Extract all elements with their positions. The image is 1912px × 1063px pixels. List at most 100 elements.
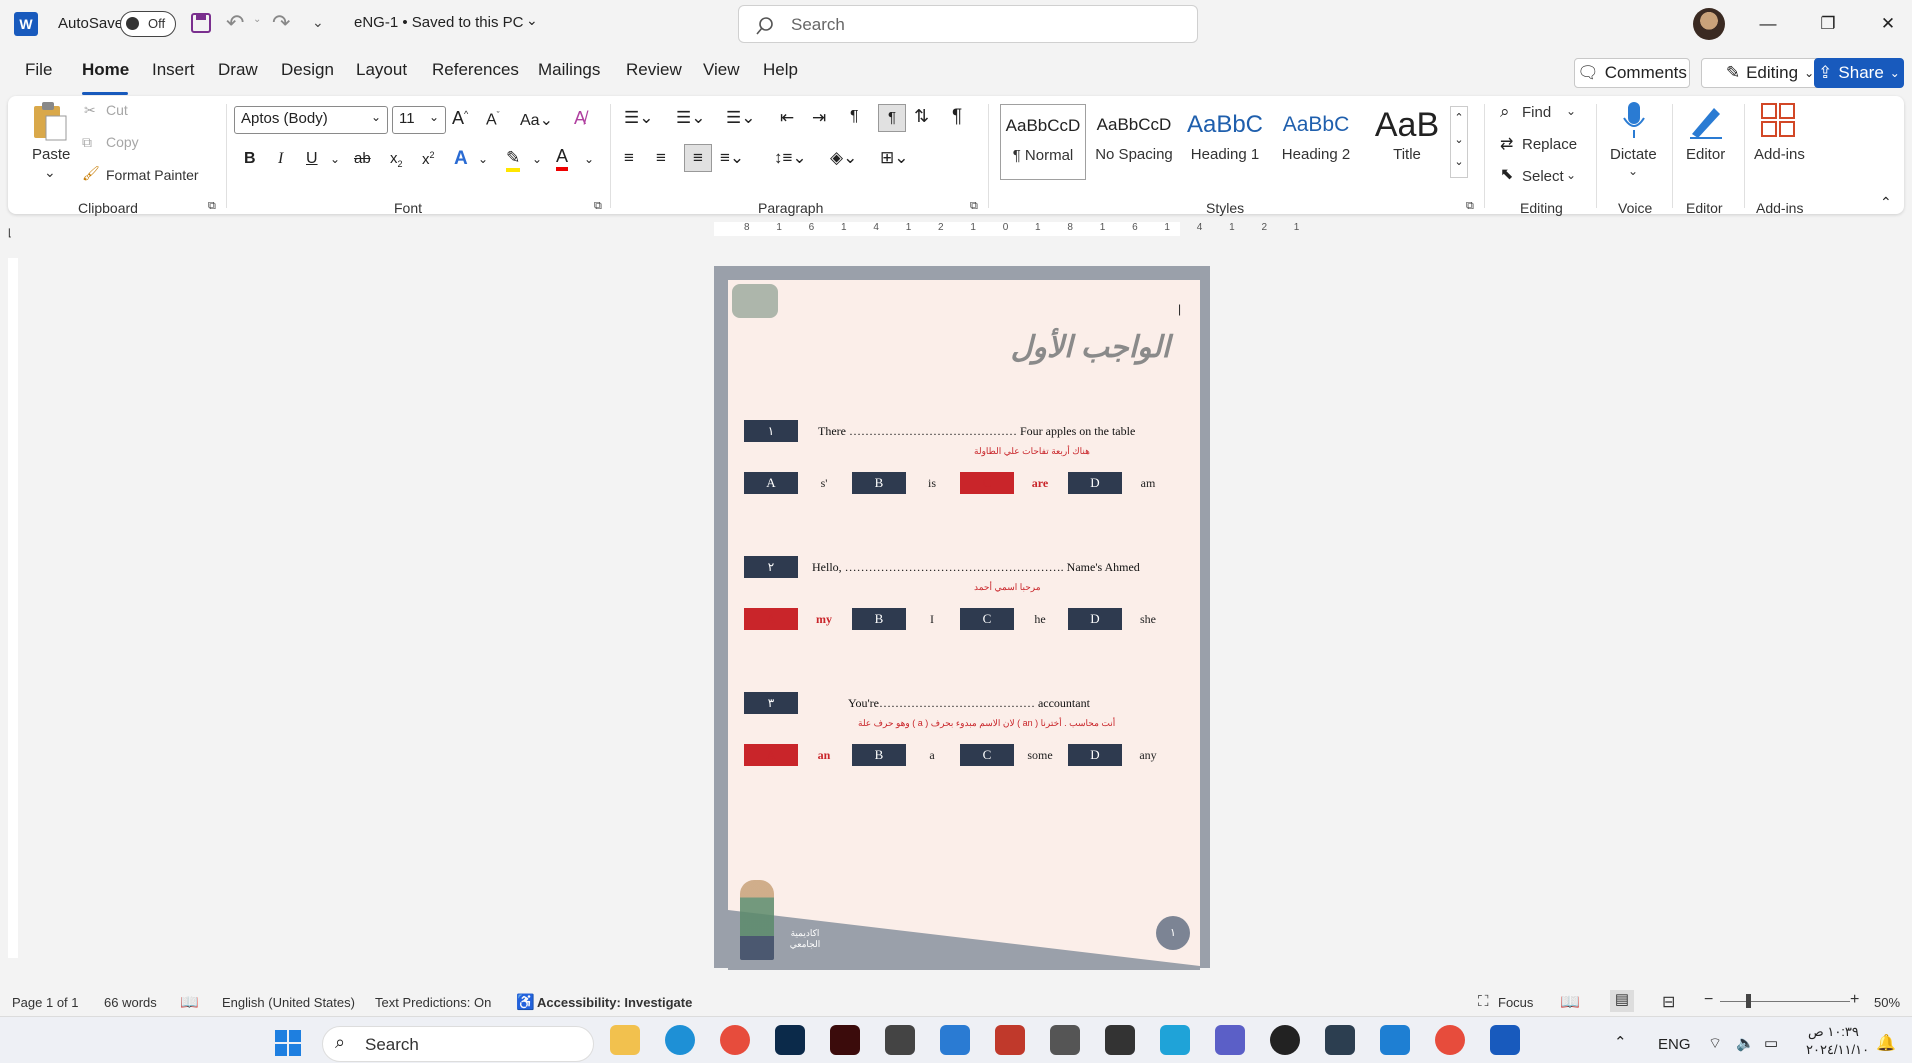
show-formatting-icon[interactable]: ¶ [952, 106, 962, 128]
option-d-box[interactable]: D [1068, 744, 1122, 766]
italic-icon[interactable]: I [278, 150, 283, 168]
tab-layout[interactable]: Layout [356, 60, 407, 80]
chrome-icon[interactable] [1435, 1025, 1465, 1055]
style-no-spacing[interactable]: AaBbCcD No Spacing [1091, 104, 1177, 180]
edge-icon[interactable] [665, 1025, 695, 1055]
font-launcher-icon[interactable]: ⧉ [594, 200, 602, 213]
subscript-icon[interactable]: x2 [390, 150, 403, 169]
document-page[interactable]: | الواجب الأول ١ There …………………………………… Fo… [728, 280, 1200, 970]
text-predictions[interactable]: Text Predictions: On [375, 995, 491, 1010]
tab-review[interactable]: Review [626, 60, 682, 80]
multilevel-list-icon[interactable]: ☰⌄ [726, 108, 755, 128]
app-icon[interactable] [1325, 1025, 1355, 1055]
clear-formatting-icon[interactable]: A̸ [574, 108, 586, 129]
tab-file[interactable]: File [25, 60, 52, 80]
undo-dropdown-icon[interactable]: ⌄ [253, 14, 261, 25]
word-taskbar-icon[interactable] [1490, 1025, 1520, 1055]
zoom-level[interactable]: 50% [1874, 995, 1900, 1010]
microphone-icon[interactable] [1620, 100, 1648, 140]
horizontal-ruler[interactable]: 8 1 6 1 4 1 2 1 0 1 8 1 6 1 4 1 2 1 [714, 222, 1299, 236]
option-d-box[interactable]: D [1068, 472, 1122, 494]
tab-draw[interactable]: Draw [218, 60, 258, 80]
option-c-box[interactable]: C [960, 608, 1014, 630]
zoom-in-icon[interactable]: + [1850, 991, 1859, 1009]
chevron-down-icon[interactable]: ⌄ [1628, 164, 1638, 178]
styles-launcher-icon[interactable]: ⧉ [1466, 200, 1474, 213]
increase-indent-icon[interactable]: ⇥ [812, 108, 826, 128]
chevron-down-icon[interactable]: ⌄ [1566, 168, 1576, 182]
styles-scroll[interactable]: ⌃ ⌄ ⌄ [1450, 106, 1468, 178]
print-layout-icon[interactable]: ▤ [1610, 990, 1634, 1012]
zoom-out-icon[interactable]: − [1704, 991, 1713, 1009]
comments-button[interactable]: 🗨 Comments [1574, 58, 1690, 88]
align-left-icon[interactable]: ≡ [624, 148, 634, 168]
chevron-down-icon[interactable]: ⌄ [1566, 104, 1576, 118]
avatar[interactable] [1693, 8, 1725, 40]
app-icon[interactable] [1050, 1025, 1080, 1055]
focus-button[interactable]: Focus [1498, 995, 1533, 1010]
customize-toolbar-icon[interactable]: ⌄ [312, 14, 324, 31]
sort-icon[interactable]: ⇅ [914, 106, 929, 127]
justify-icon[interactable]: ≡⌄ [720, 148, 744, 168]
select-label[interactable]: Select [1522, 168, 1564, 185]
chevron-down-icon[interactable]: ⌄ [478, 152, 488, 166]
editor-label[interactable]: Editor [1686, 146, 1725, 163]
chevron-up-icon[interactable]: ⌃ [1614, 1033, 1627, 1051]
style-heading-1[interactable]: AaBbC Heading 1 [1182, 104, 1268, 180]
tab-help[interactable]: Help [763, 60, 798, 80]
search-box[interactable]: Search [738, 5, 1198, 43]
highlight-icon[interactable]: ✎ [506, 148, 521, 172]
wifi-icon[interactable]: ⌔ [1708, 1034, 1722, 1053]
accessibility-status[interactable]: Accessibility: Investigate [537, 995, 692, 1010]
change-case-icon[interactable]: Aa⌄ [520, 110, 553, 130]
option-d-box[interactable]: D [1068, 608, 1122, 630]
bold-icon[interactable]: B [244, 150, 256, 168]
tab-mailings[interactable]: Mailings [538, 60, 600, 80]
photoshop-icon[interactable] [775, 1025, 805, 1055]
decrease-indent-icon[interactable]: ⇤ [780, 108, 794, 128]
file-explorer-icon[interactable] [610, 1025, 640, 1055]
copy-label[interactable]: Copy [106, 134, 139, 150]
shrink-font-icon[interactable]: Aˇ [486, 110, 500, 129]
chevron-down-icon[interactable]: ⌄ [330, 152, 340, 166]
zoom-thumb[interactable] [1746, 994, 1751, 1008]
proofing-icon[interactable]: 📖 [180, 993, 199, 1011]
editor-icon[interactable] [1686, 100, 1726, 140]
zoom-slider[interactable] [1720, 1001, 1850, 1002]
language-indicator[interactable]: ENG [1658, 1036, 1691, 1053]
language[interactable]: English (United States) [222, 995, 355, 1010]
paste-dropdown-icon[interactable]: ⌄ [44, 164, 56, 181]
volume-icon[interactable]: 🔈 [1736, 1034, 1755, 1052]
font-size-field[interactable]: 11 ⌄ [392, 106, 446, 134]
word-count[interactable]: 66 words [104, 995, 157, 1010]
clipboard-launcher-icon[interactable]: ⧉ [208, 200, 216, 213]
add-ins-icon[interactable] [1760, 102, 1796, 138]
shading-icon[interactable]: ◈⌄ [830, 148, 857, 168]
chevron-down-icon[interactable]: ⌄ [532, 152, 542, 166]
text-effects-icon[interactable]: A [454, 148, 468, 170]
bullets-icon[interactable]: ☰⌄ [624, 108, 653, 128]
style-normal[interactable]: AaBbCcD ¶ Normal [1000, 104, 1086, 180]
cut-label[interactable]: Cut [106, 102, 128, 118]
vertical-ruler[interactable] [8, 258, 18, 958]
tab-references[interactable]: References [432, 60, 519, 80]
paste-icon[interactable] [30, 100, 68, 142]
redo-icon[interactable]: ↷ [272, 10, 290, 36]
align-right-icon[interactable]: ≡ [684, 144, 712, 172]
minimize-button[interactable]: — [1748, 10, 1788, 38]
underline-icon[interactable]: U [306, 150, 318, 168]
find-label[interactable]: Find [1522, 104, 1551, 121]
share-button[interactable]: ⇪ Share ⌄ [1814, 58, 1904, 88]
capcut-icon[interactable] [885, 1025, 915, 1055]
add-ins-label[interactable]: Add-ins [1754, 146, 1805, 163]
option-b-box[interactable]: B [852, 608, 906, 630]
replace-label[interactable]: Replace [1522, 136, 1577, 153]
grow-font-icon[interactable]: A^ [452, 108, 468, 129]
taskbar-search[interactable]: ⌕ Search [322, 1026, 594, 1062]
option-b-box[interactable]: B [852, 744, 906, 766]
clock-time[interactable]: ١٠:٣٩ ص [1808, 1024, 1859, 1040]
option-c-box[interactable]: C [960, 744, 1014, 766]
obs-icon[interactable] [1270, 1025, 1300, 1055]
notification-icon[interactable]: 🔔 [1876, 1033, 1896, 1053]
chrome-icon[interactable] [720, 1025, 750, 1055]
